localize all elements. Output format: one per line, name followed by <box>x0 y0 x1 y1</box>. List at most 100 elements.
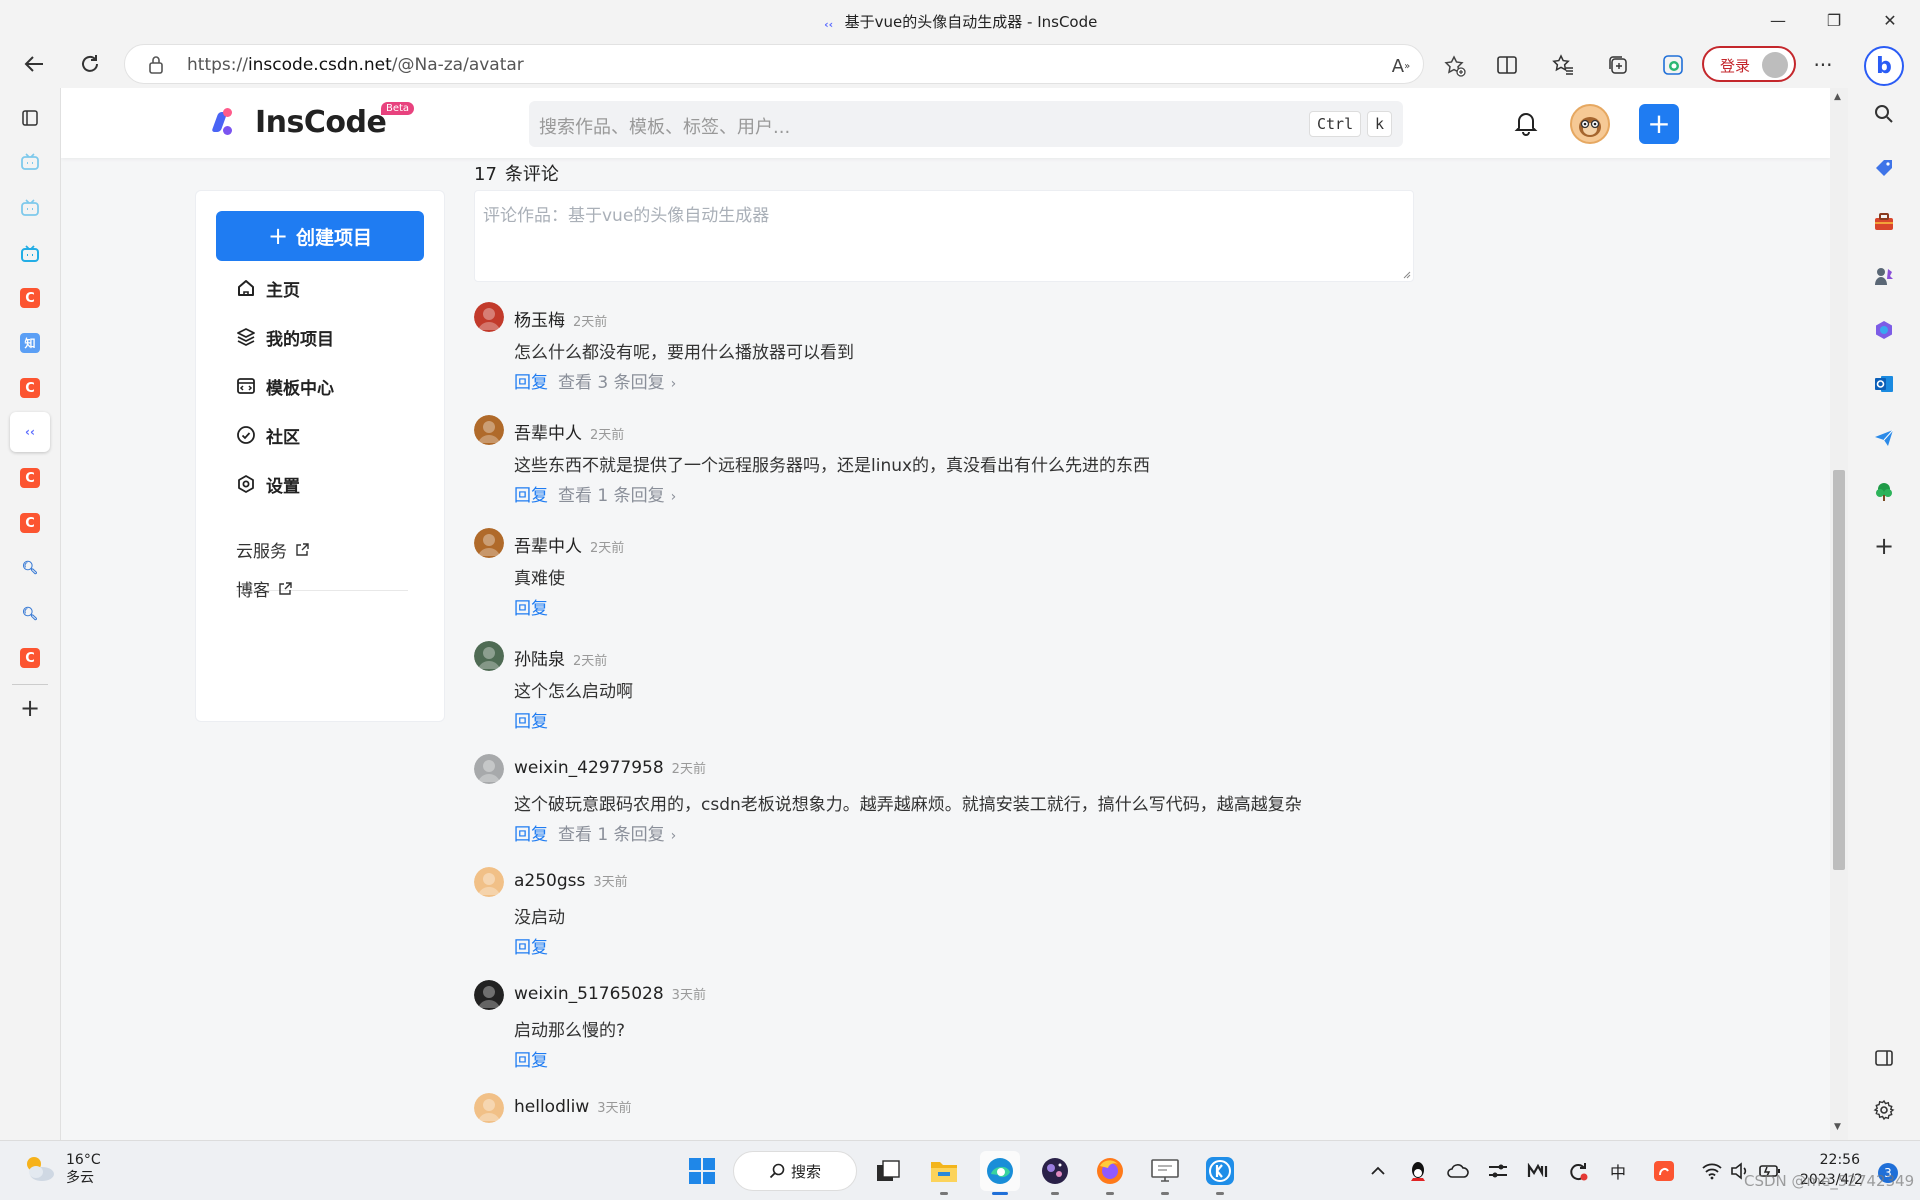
commenter-avatar[interactable] <box>474 980 504 1010</box>
reply-button[interactable]: 回复 <box>514 481 548 506</box>
commenter-avatar[interactable] <box>474 528 504 558</box>
qq-tray-icon[interactable] <box>1406 1157 1430 1185</box>
blog-link[interactable]: 博客 <box>236 576 292 601</box>
resize-grip-icon[interactable] <box>1401 269 1411 279</box>
sidebar-tools-icon[interactable] <box>1868 206 1900 238</box>
scrollbar-thumb[interactable] <box>1833 470 1845 870</box>
view-replies-button[interactable]: 查看 3 条回复 › <box>558 368 676 393</box>
sidebar-settings-icon[interactable] <box>1868 1094 1900 1126</box>
sidebar-games-icon[interactable] <box>1868 260 1900 292</box>
favorites-icon[interactable] <box>1546 48 1580 82</box>
sidebar-outlook-icon[interactable] <box>1868 368 1900 400</box>
sidebar-copilot-icon[interactable] <box>1868 314 1900 346</box>
commenter-name[interactable]: 吾辈中人 2天前 <box>514 419 624 444</box>
wifi-icon[interactable] <box>1700 1157 1724 1185</box>
url-text[interactable]: https://inscode.csdn.net/@Na-za/avatar <box>187 55 524 75</box>
sidebar-shopping-icon[interactable] <box>1868 152 1900 184</box>
ime-indicator[interactable]: 中 <box>1606 1157 1630 1185</box>
site-search-box[interactable]: 搜索作品、模板、标签、用户... Ctrl k <box>529 101 1403 147</box>
tab-inscode-active-icon[interactable]: ‹‹ <box>10 412 50 452</box>
tab-bilibili-icon[interactable] <box>14 192 46 224</box>
commenter-name-text[interactable]: 吾辈中人 <box>514 537 582 557</box>
commenter-name-text[interactable]: 吾辈中人 <box>514 424 582 444</box>
notification-bell-icon[interactable] <box>1513 110 1539 136</box>
onedrive-tray-icon[interactable] <box>1446 1157 1470 1185</box>
tab-bilibili-icon[interactable] <box>14 238 46 270</box>
tab-actions-icon[interactable] <box>14 102 46 134</box>
firefox-button[interactable] <box>1090 1151 1130 1195</box>
more-options-icon[interactable]: ··· <box>1806 48 1840 82</box>
commenter-name-text[interactable]: weixin_51765028 <box>514 984 664 1004</box>
reply-button[interactable]: 回复 <box>514 933 548 958</box>
menu-item-settings[interactable]: 设置 <box>236 469 300 499</box>
maximize-button[interactable]: ❐ <box>1806 0 1862 40</box>
m-app-tray-icon[interactable] <box>1526 1157 1550 1185</box>
bing-chat-icon[interactable]: b <box>1864 46 1904 86</box>
add-favorite-icon[interactable] <box>1443 54 1467 78</box>
create-project-button[interactable]: + 创建项目 <box>216 211 424 261</box>
address-bar[interactable]: https://inscode.csdn.net/@Na-za/avatar A… <box>124 44 1466 84</box>
refresh-button[interactable] <box>70 46 110 82</box>
commenter-avatar[interactable] <box>474 867 504 897</box>
user-avatar[interactable] <box>1570 104 1610 144</box>
new-project-plus-button[interactable]: + <box>1639 104 1679 144</box>
commenter-name-text[interactable]: a250gss <box>514 871 585 891</box>
commenter-avatar[interactable] <box>474 1093 504 1123</box>
reply-button[interactable]: 回复 <box>514 594 548 619</box>
commenter-name[interactable]: weixin_51765028 3天前 <box>514 984 706 1004</box>
tab-csdn-icon[interactable]: C <box>20 468 40 488</box>
csdn-tray-icon[interactable] <box>1652 1157 1676 1185</box>
commenter-name-text[interactable]: 杨玉梅 <box>514 311 565 331</box>
tab-csdn-icon[interactable]: C <box>20 288 40 308</box>
k-app-button[interactable] <box>1200 1151 1240 1195</box>
commenter-avatar[interactable] <box>474 641 504 671</box>
view-replies-button[interactable]: 查看 1 条回复 › <box>558 820 676 845</box>
cloud-service-link[interactable]: 云服务 <box>236 537 309 562</box>
commenter-avatar[interactable] <box>474 415 504 445</box>
tab-search-icon[interactable]: 🔍︎ <box>14 552 46 584</box>
comment-input[interactable]: 评论作品：基于vue的头像自动生成器 <box>474 190 1414 282</box>
sidebar-send-icon[interactable] <box>1868 422 1900 454</box>
file-explorer-button[interactable] <box>924 1151 964 1195</box>
inscode-logo[interactable]: InsCode Beta <box>211 102 415 142</box>
menu-item-community[interactable]: 社区 <box>236 420 300 450</box>
scroll-down-icon[interactable]: ▼ <box>1834 1122 1841 1132</box>
tab-search-icon[interactable]: 🔍︎ <box>14 598 46 630</box>
edge-browser-button[interactable] <box>980 1151 1020 1195</box>
menu-item-home[interactable]: 主页 <box>236 273 300 303</box>
commenter-name[interactable]: 吾辈中人 2天前 <box>514 532 624 557</box>
tab-csdn-icon[interactable]: C <box>20 513 40 533</box>
sidebar-toggle-icon[interactable] <box>1868 1042 1900 1074</box>
commenter-name-text[interactable]: weixin_42977958 <box>514 758 664 778</box>
collections-icon[interactable] <box>1601 48 1635 82</box>
sync-tray-icon[interactable] <box>1566 1157 1590 1185</box>
reply-button[interactable]: 回复 <box>514 820 548 845</box>
remote-desktop-button[interactable] <box>1145 1151 1185 1195</box>
settings-tray-icon[interactable] <box>1486 1157 1510 1185</box>
show-hidden-icons-icon[interactable] <box>1366 1157 1390 1185</box>
start-button[interactable] <box>682 1151 722 1191</box>
page-scrollbar[interactable]: ▲ ▼ <box>1830 88 1848 1140</box>
sidebar-add-icon[interactable]: + <box>1868 530 1900 562</box>
taskbar-search[interactable]: 搜索 <box>733 1151 857 1191</box>
read-aloud-icon[interactable]: A» <box>1389 54 1413 78</box>
sidebar-search-icon[interactable] <box>1868 98 1900 130</box>
tab-csdn-icon[interactable]: C <box>20 648 40 668</box>
edge-extension-icon[interactable] <box>1656 48 1690 82</box>
sidebar-tree-icon[interactable] <box>1868 476 1900 508</box>
back-button[interactable] <box>14 46 54 82</box>
menu-item-templates[interactable]: 模板中心 <box>236 371 334 401</box>
commenter-name[interactable]: 孙陆泉 2天前 <box>514 645 607 670</box>
minimize-button[interactable]: — <box>1750 0 1806 40</box>
task-view-button[interactable] <box>868 1151 908 1191</box>
new-tab-icon[interactable]: + <box>14 692 46 724</box>
reply-button[interactable]: 回复 <box>514 707 548 732</box>
commenter-name[interactable]: weixin_42977958 2天前 <box>514 758 706 778</box>
scroll-up-icon[interactable]: ▲ <box>1834 92 1841 102</box>
login-button[interactable]: 登录 <box>1702 46 1796 82</box>
menu-item-my-projects[interactable]: 我的项目 <box>236 322 334 352</box>
tab-bilibili-icon[interactable] <box>14 146 46 178</box>
tab-csdn-icon[interactable]: C <box>20 378 40 398</box>
commenter-avatar[interactable] <box>474 754 504 784</box>
commenter-name-text[interactable]: 孙陆泉 <box>514 650 565 670</box>
